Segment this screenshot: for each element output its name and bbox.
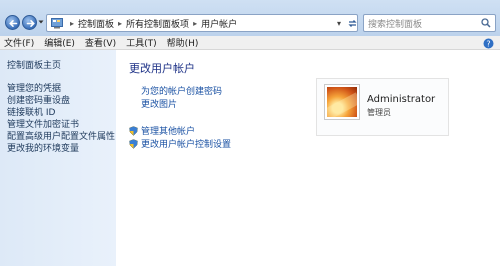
breadcrumb-separator[interactable]: ▸ xyxy=(193,19,197,28)
address-history-dropdown[interactable]: ▾ xyxy=(334,14,344,32)
user-role: 管理员 xyxy=(367,108,391,117)
menu-file[interactable]: 文件(F) xyxy=(4,36,34,49)
sidebar-link-environment-variables[interactable]: 更改我的环境变量 xyxy=(7,143,116,155)
create-password-link[interactable]: 为您的帐户创建密码 xyxy=(141,84,222,97)
user-name: Administrator xyxy=(367,94,436,105)
back-arrow-icon xyxy=(9,20,18,27)
manage-other-accounts-link[interactable]: 管理其他帐户 xyxy=(129,124,195,137)
task-sidebar: 控制面板主页 管理您的凭据 创建密码重设盘 链接联机 ID 管理文件加密证书 配… xyxy=(0,50,116,266)
control-panel-icon xyxy=(51,17,63,28)
back-button[interactable] xyxy=(5,15,20,30)
breadcrumb-separator[interactable]: ▸ xyxy=(118,19,122,28)
chevron-down-icon: ▾ xyxy=(336,18,341,28)
breadcrumb-control-panel[interactable]: 控制面板 xyxy=(78,17,114,30)
refresh-button[interactable] xyxy=(344,14,360,32)
avatar[interactable] xyxy=(324,84,360,120)
sidebar-link-manage-credentials[interactable]: 管理您的凭据 xyxy=(7,83,116,95)
uac-shield-icon xyxy=(129,138,138,149)
sidebar-link-profile-properties[interactable]: 配置高级用户配置文件属性 xyxy=(7,131,116,143)
forward-arrow-icon xyxy=(26,20,35,27)
uac-settings-label: 更改用户帐户控制设置 xyxy=(141,140,232,150)
search-placeholder: 搜索控制面板 xyxy=(368,19,423,30)
refresh-icon xyxy=(347,19,357,27)
recent-pages-dropdown-icon[interactable] xyxy=(38,19,44,25)
forward-button[interactable] xyxy=(22,15,37,30)
menu-edit[interactable]: 编辑(E) xyxy=(44,36,75,49)
page-title: 更改用户帐户 xyxy=(129,62,195,75)
uac-shield-icon xyxy=(129,125,138,136)
menu-help[interactable]: 帮助(H) xyxy=(167,36,199,49)
breadcrumb-user-accounts[interactable]: 用户帐户 xyxy=(201,17,237,30)
sidebar-link-online-id[interactable]: 链接联机 ID xyxy=(7,107,116,119)
search-input[interactable]: 搜索控制面板 xyxy=(363,14,496,32)
uac-settings-link[interactable]: 更改用户帐户控制设置 xyxy=(129,137,231,150)
main-content: 更改用户帐户 为您的帐户创建密码 更改图片 管理其他帐户 更改用户帐户控制设置 … xyxy=(116,50,500,266)
breadcrumb-all-items[interactable]: 所有控制面板项 xyxy=(126,17,189,30)
manage-other-accounts-label: 管理其他帐户 xyxy=(141,127,196,137)
menu-view[interactable]: 查看(V) xyxy=(85,36,116,49)
menu-tools[interactable]: 工具(T) xyxy=(126,36,157,49)
search-icon xyxy=(481,18,491,28)
menu-bar: 文件(F) 编辑(E) 查看(V) 工具(T) 帮助(H) ? xyxy=(0,36,500,50)
svg-text:?: ? xyxy=(486,39,490,48)
help-icon[interactable]: ? xyxy=(483,38,494,49)
address-bar[interactable]: ▸ 控制面板 ▸ 所有控制面板项 ▸ 用户帐户 xyxy=(46,14,358,32)
user-account-card: Administrator 管理员 xyxy=(316,78,449,136)
control-panel-home-link[interactable]: 控制面板主页 xyxy=(7,58,116,71)
change-picture-link[interactable]: 更改图片 xyxy=(141,97,177,110)
window-controls xyxy=(476,0,492,12)
sidebar-link-password-reset-disk[interactable]: 创建密码重设盘 xyxy=(7,95,116,107)
breadcrumb-separator[interactable]: ▸ xyxy=(70,19,74,28)
sidebar-link-encryption-certificates[interactable]: 管理文件加密证书 xyxy=(7,119,116,131)
title-address-bar: ▸ 控制面板 ▸ 所有控制面板项 ▸ 用户帐户 ▾ 搜索控制面板 xyxy=(0,0,500,36)
